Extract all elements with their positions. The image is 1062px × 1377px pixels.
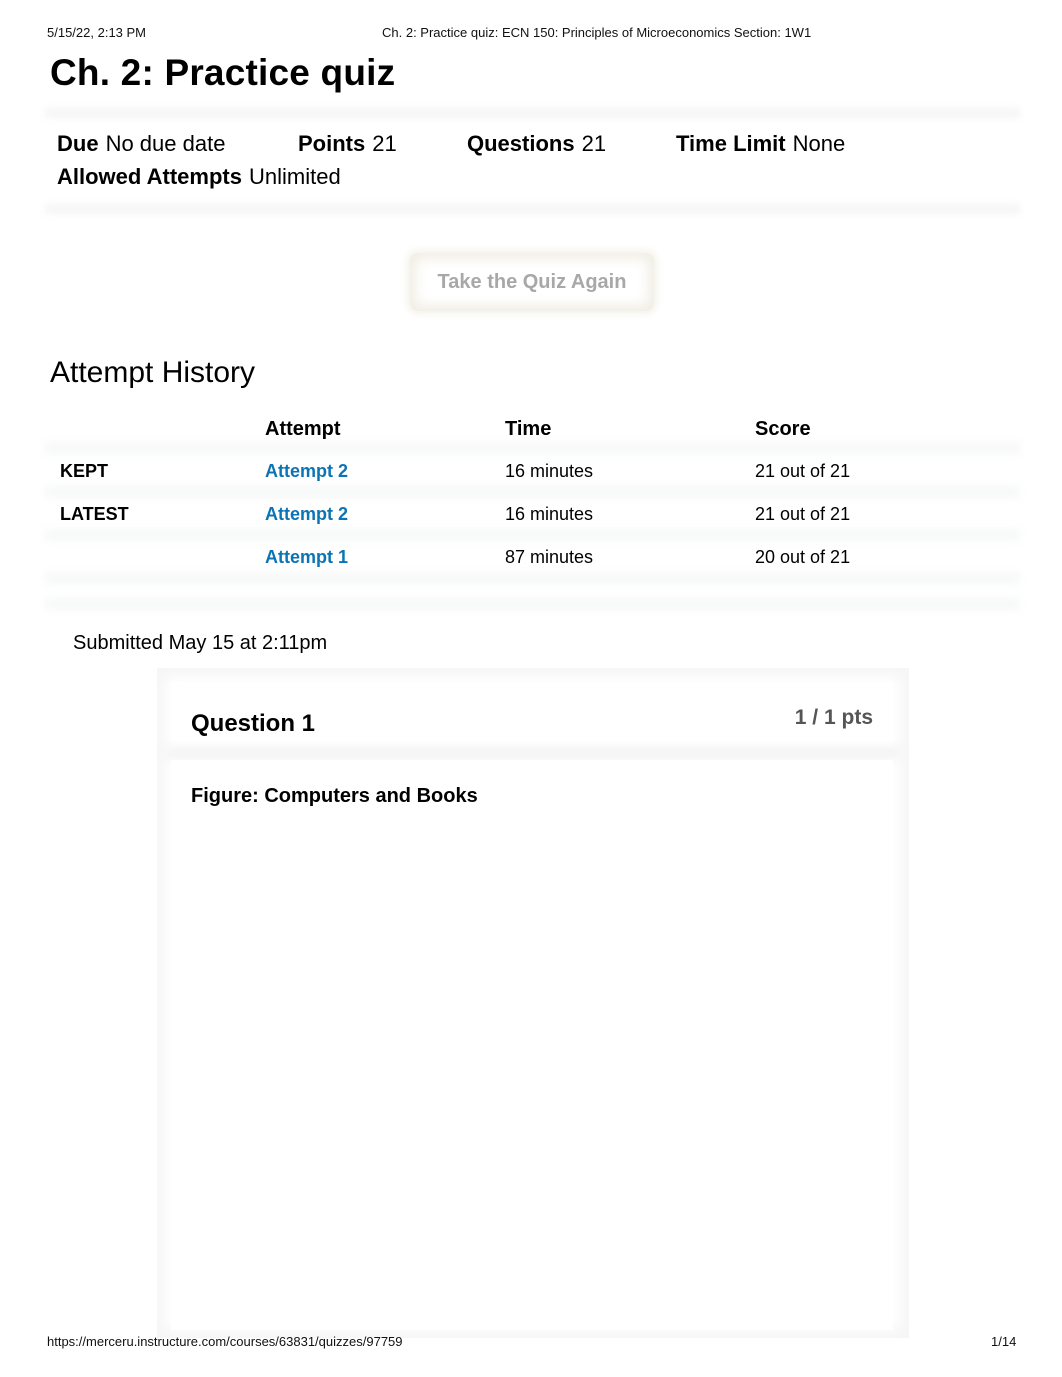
question-points: 1 / 1 pts — [794, 706, 873, 729]
figure-title: Figure: Computers and Books — [191, 785, 478, 807]
time-limit-label: Time Limit — [676, 131, 786, 156]
table-divider — [45, 486, 1020, 498]
table-divider — [45, 572, 1020, 584]
question-card: Question 1 1 / 1 pts Figure: Computers a… — [157, 668, 909, 1338]
table-divider — [45, 529, 1020, 541]
divider — [45, 202, 1020, 216]
attempt-link[interactable]: Attempt 1 — [265, 547, 348, 568]
attempt-time: 16 minutes — [505, 461, 594, 481]
print-page-number: 1/14 — [991, 1334, 1017, 1349]
time-limit-value: None — [792, 131, 846, 156]
attempt-time: 16 minutes — [505, 504, 594, 524]
column-header-score: Score — [755, 418, 811, 440]
attempt-link[interactable]: Attempt 2 — [265, 504, 348, 525]
points-detail: Points 21 — [298, 131, 397, 157]
points-value: 21 — [372, 131, 397, 156]
due-value: No due date — [105, 131, 226, 156]
time-limit-detail: Time Limit None — [676, 131, 845, 157]
allowed-attempts-value: Unlimited — [248, 164, 341, 189]
question-body: Figure: Computers and Books — [171, 760, 893, 1330]
table-divider — [45, 598, 1020, 610]
questions-label: Questions — [467, 131, 575, 156]
divider — [45, 106, 1020, 120]
table-divider — [45, 442, 1020, 454]
questions-detail: Questions 21 — [467, 131, 606, 157]
print-document-title: Ch. 2: Practice quiz: ECN 150: Principle… — [382, 25, 812, 40]
print-date: 5/15/22, 2:13 PM — [47, 25, 147, 40]
row-tag: LATEST — [60, 504, 129, 524]
attempt-score: 20 out of 21 — [755, 547, 851, 567]
questions-value: 21 — [581, 131, 607, 156]
due-detail: Due No due date — [57, 131, 225, 157]
column-header-time: Time — [505, 418, 552, 440]
quiz-details: Due No due date Points 21 Questions 21 Time… — [45, 104, 1020, 216]
row-tag: KEPT — [60, 461, 109, 481]
attempt-time: 87 minutes — [505, 547, 594, 567]
divider — [165, 746, 901, 760]
allowed-attempts-label: Allowed Attempts — [57, 164, 242, 189]
allowed-attempts-detail: Allowed Attempts Unlimited — [57, 164, 341, 190]
attempt-history-table: Attempt Time Score KEPT Attempt 2 16 min… — [45, 410, 1020, 615]
question-header: Question 1 1 / 1 pts — [171, 682, 893, 746]
page-title: Ch. 2: Practice quiz — [50, 52, 396, 93]
question-title: Question 1 — [191, 710, 316, 737]
attempt-link[interactable]: Attempt 2 — [265, 461, 348, 482]
attempt-score: 21 out of 21 — [755, 461, 851, 481]
points-label: Points — [298, 131, 366, 156]
submitted-timestamp: Submitted May 15 at 2:11pm — [73, 632, 328, 654]
column-header-attempt: Attempt — [265, 418, 341, 440]
print-url: https://merceru.instructure.com/courses/… — [47, 1334, 403, 1349]
due-label: Due — [57, 131, 99, 156]
attempt-history-title: Attempt History — [50, 356, 256, 389]
attempt-score: 21 out of 21 — [755, 504, 851, 524]
take-quiz-again-button[interactable]: Take the Quiz Again — [410, 253, 654, 311]
